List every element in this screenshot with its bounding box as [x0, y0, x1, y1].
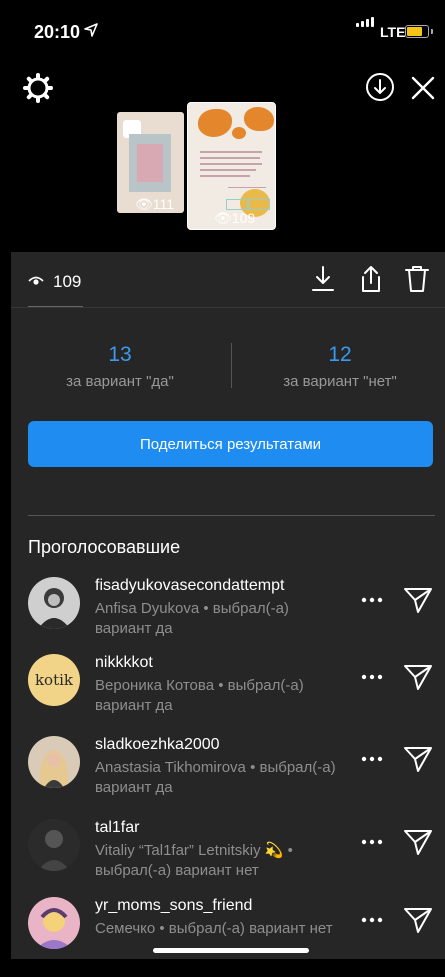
avatar[interactable] — [28, 577, 80, 629]
eye-icon — [28, 276, 44, 285]
divider — [231, 343, 232, 388]
send-icon[interactable] — [402, 827, 434, 857]
voter-username[interactable]: nikkkkot — [95, 654, 153, 672]
poll-option-yes: 13 за вариант "да" — [20, 343, 220, 390]
voter-detail: Anfisa Dyukova • выбрал(-а) вариант да — [95, 600, 289, 637]
option-no-label: за вариант "нет" — [283, 373, 397, 390]
story-thumbnail-1[interactable]: 👁111 — [117, 112, 184, 213]
avatar[interactable] — [28, 819, 80, 871]
share-icon[interactable] — [356, 264, 386, 294]
story-thumbnail-2[interactable]: 👁109 — [187, 102, 276, 230]
share-results-button[interactable]: Поделиться результатами — [28, 421, 433, 467]
voters-title: Проголосовавшие — [28, 537, 181, 557]
download-circle-icon[interactable] — [364, 71, 396, 103]
more-icon[interactable] — [360, 595, 384, 605]
voter-detail: Anastasia Tikhomirova • выбрал(-а) вариа… — [95, 759, 336, 796]
eye-icon: 👁 — [214, 210, 232, 226]
settings-icon[interactable] — [22, 72, 54, 104]
eye-icon: 👁 — [135, 196, 153, 212]
voter-detail: Семечко • выбрал(-а) вариант нет — [95, 920, 333, 937]
voter-username[interactable]: sladkoezhka2000 — [95, 736, 220, 754]
voter-username[interactable]: yr_moms_sons_friend — [95, 897, 252, 915]
thumbnail-view-count: 👁111 — [135, 196, 175, 212]
voter-username[interactable]: tal1far — [95, 819, 139, 837]
voter-row[interactable]: tal1far Vitaliy “Tal1far” Letnitskiy 💫 •… — [0, 819, 445, 899]
divider — [11, 307, 445, 308]
trash-icon[interactable] — [402, 264, 432, 294]
option-yes-count: 13 — [108, 343, 132, 366]
voter-row[interactable]: yr_moms_sons_friend Семечко • выбрал(-а)… — [0, 897, 445, 977]
home-indicator[interactable] — [153, 948, 309, 953]
battery-icon — [405, 25, 433, 38]
more-icon[interactable] — [360, 754, 384, 764]
location-arrow-icon — [84, 23, 98, 37]
thumbnail-view-count: 👁109 — [214, 210, 256, 226]
send-icon[interactable] — [402, 744, 434, 774]
send-icon[interactable] — [402, 662, 434, 692]
poll-option-no: 12 за вариант "нет" — [240, 343, 440, 390]
send-icon[interactable] — [402, 905, 434, 935]
avatar[interactable] — [28, 897, 80, 949]
voter-row[interactable]: kotik nikkkkot Вероника Котова • выбрал(… — [0, 654, 445, 734]
network-type: LTE — [380, 24, 406, 40]
voter-detail: Vitaliy “Tal1far” Letnitskiy 💫 • выбрал(… — [95, 842, 293, 879]
voter-row[interactable]: fisadyukovasecondattempt Anfisa Dyukova … — [0, 577, 445, 657]
send-icon[interactable] — [402, 585, 434, 615]
close-icon[interactable] — [410, 75, 436, 101]
divider — [28, 515, 435, 516]
voter-row[interactable]: sladkoezhka2000 Anastasia Tikhomirova • … — [0, 736, 445, 816]
status-time: 20:10 — [34, 22, 81, 42]
avatar[interactable] — [28, 736, 80, 788]
option-no-count: 12 — [328, 343, 352, 366]
more-icon[interactable] — [360, 837, 384, 847]
voter-detail: Вероника Котова • выбрал(-а) вариант да — [95, 677, 304, 714]
avatar-text: kotik — [34, 671, 74, 689]
voter-username[interactable]: fisadyukovasecondattempt — [95, 577, 284, 595]
option-yes-label: за вариант "да" — [66, 373, 174, 390]
status-bar: 20:10 LTE — [0, 0, 445, 60]
avatar[interactable]: kotik — [28, 654, 80, 706]
more-icon[interactable] — [360, 915, 384, 925]
download-icon[interactable] — [308, 264, 338, 294]
viewer-count: 109 — [53, 272, 82, 291]
more-icon[interactable] — [360, 672, 384, 682]
